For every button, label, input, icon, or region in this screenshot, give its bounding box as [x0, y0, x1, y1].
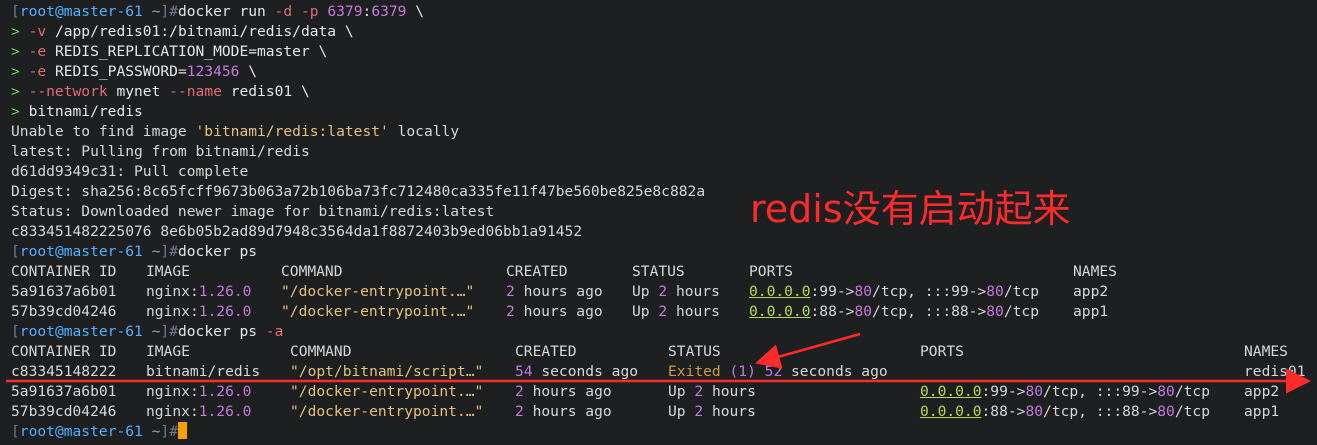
annotation-overlay: [6, 332, 1311, 394]
annotation-arrow: [755, 332, 861, 369]
